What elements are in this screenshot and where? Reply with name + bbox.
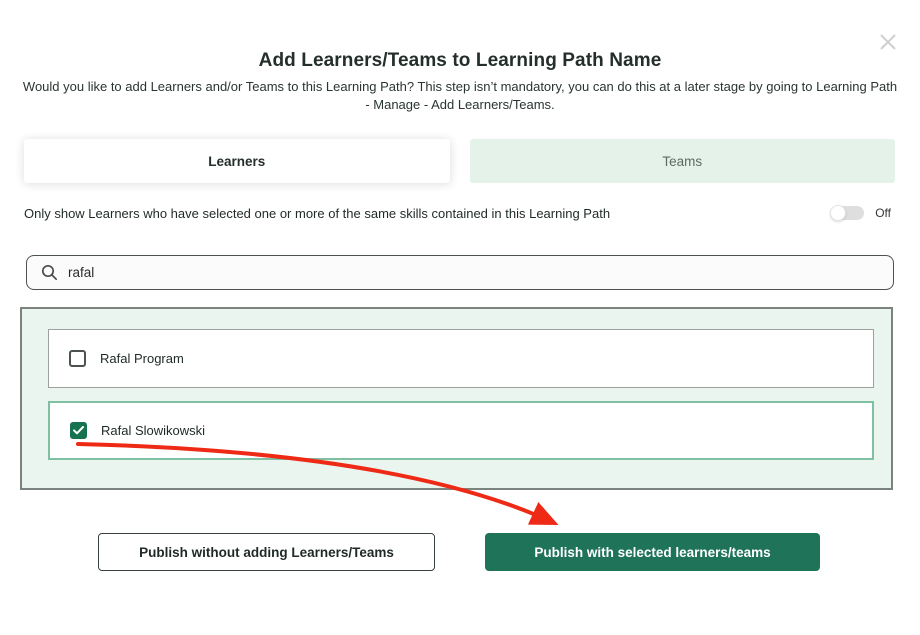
learner-row-rafal-program[interactable]: Rafal Program — [48, 329, 874, 388]
skills-filter-toggle[interactable] — [832, 206, 864, 220]
tab-bar: Learners Teams — [24, 139, 895, 183]
skills-filter-label: Only show Learners who have selected one… — [24, 206, 610, 221]
checkbox-checked[interactable] — [70, 422, 87, 439]
learner-name: Rafal Program — [100, 351, 184, 366]
modal-description: Would you like to add Learners and/or Te… — [20, 78, 900, 114]
toggle-knob — [830, 205, 846, 221]
skills-filter-row: Only show Learners who have selected one… — [24, 200, 896, 226]
check-icon — [73, 426, 84, 435]
search-box[interactable] — [26, 255, 894, 290]
modal-title: Add Learners/Teams to Learning Path Name — [0, 50, 920, 72]
toggle-state-label: Off — [875, 206, 891, 220]
checkbox-unchecked[interactable] — [69, 350, 86, 367]
learner-results-list: Rafal Program Rafal Slowikowski — [20, 307, 893, 490]
tab-teams[interactable]: Teams — [470, 139, 896, 183]
search-input[interactable] — [68, 265, 848, 280]
add-learners-modal: Add Learners/Teams to Learning Path Name… — [0, 0, 920, 635]
close-icon — [879, 33, 897, 51]
publish-with-selected-button[interactable]: Publish with selected learners/teams — [485, 533, 820, 571]
search-icon — [41, 264, 58, 281]
publish-without-button[interactable]: Publish without adding Learners/Teams — [98, 533, 435, 571]
close-button[interactable] — [878, 32, 898, 52]
skills-filter-toggle-group: Off — [832, 206, 891, 220]
learner-row-rafal-slowikowski[interactable]: Rafal Slowikowski — [48, 401, 874, 460]
tab-learners[interactable]: Learners — [24, 139, 450, 183]
learner-name: Rafal Slowikowski — [101, 423, 205, 438]
